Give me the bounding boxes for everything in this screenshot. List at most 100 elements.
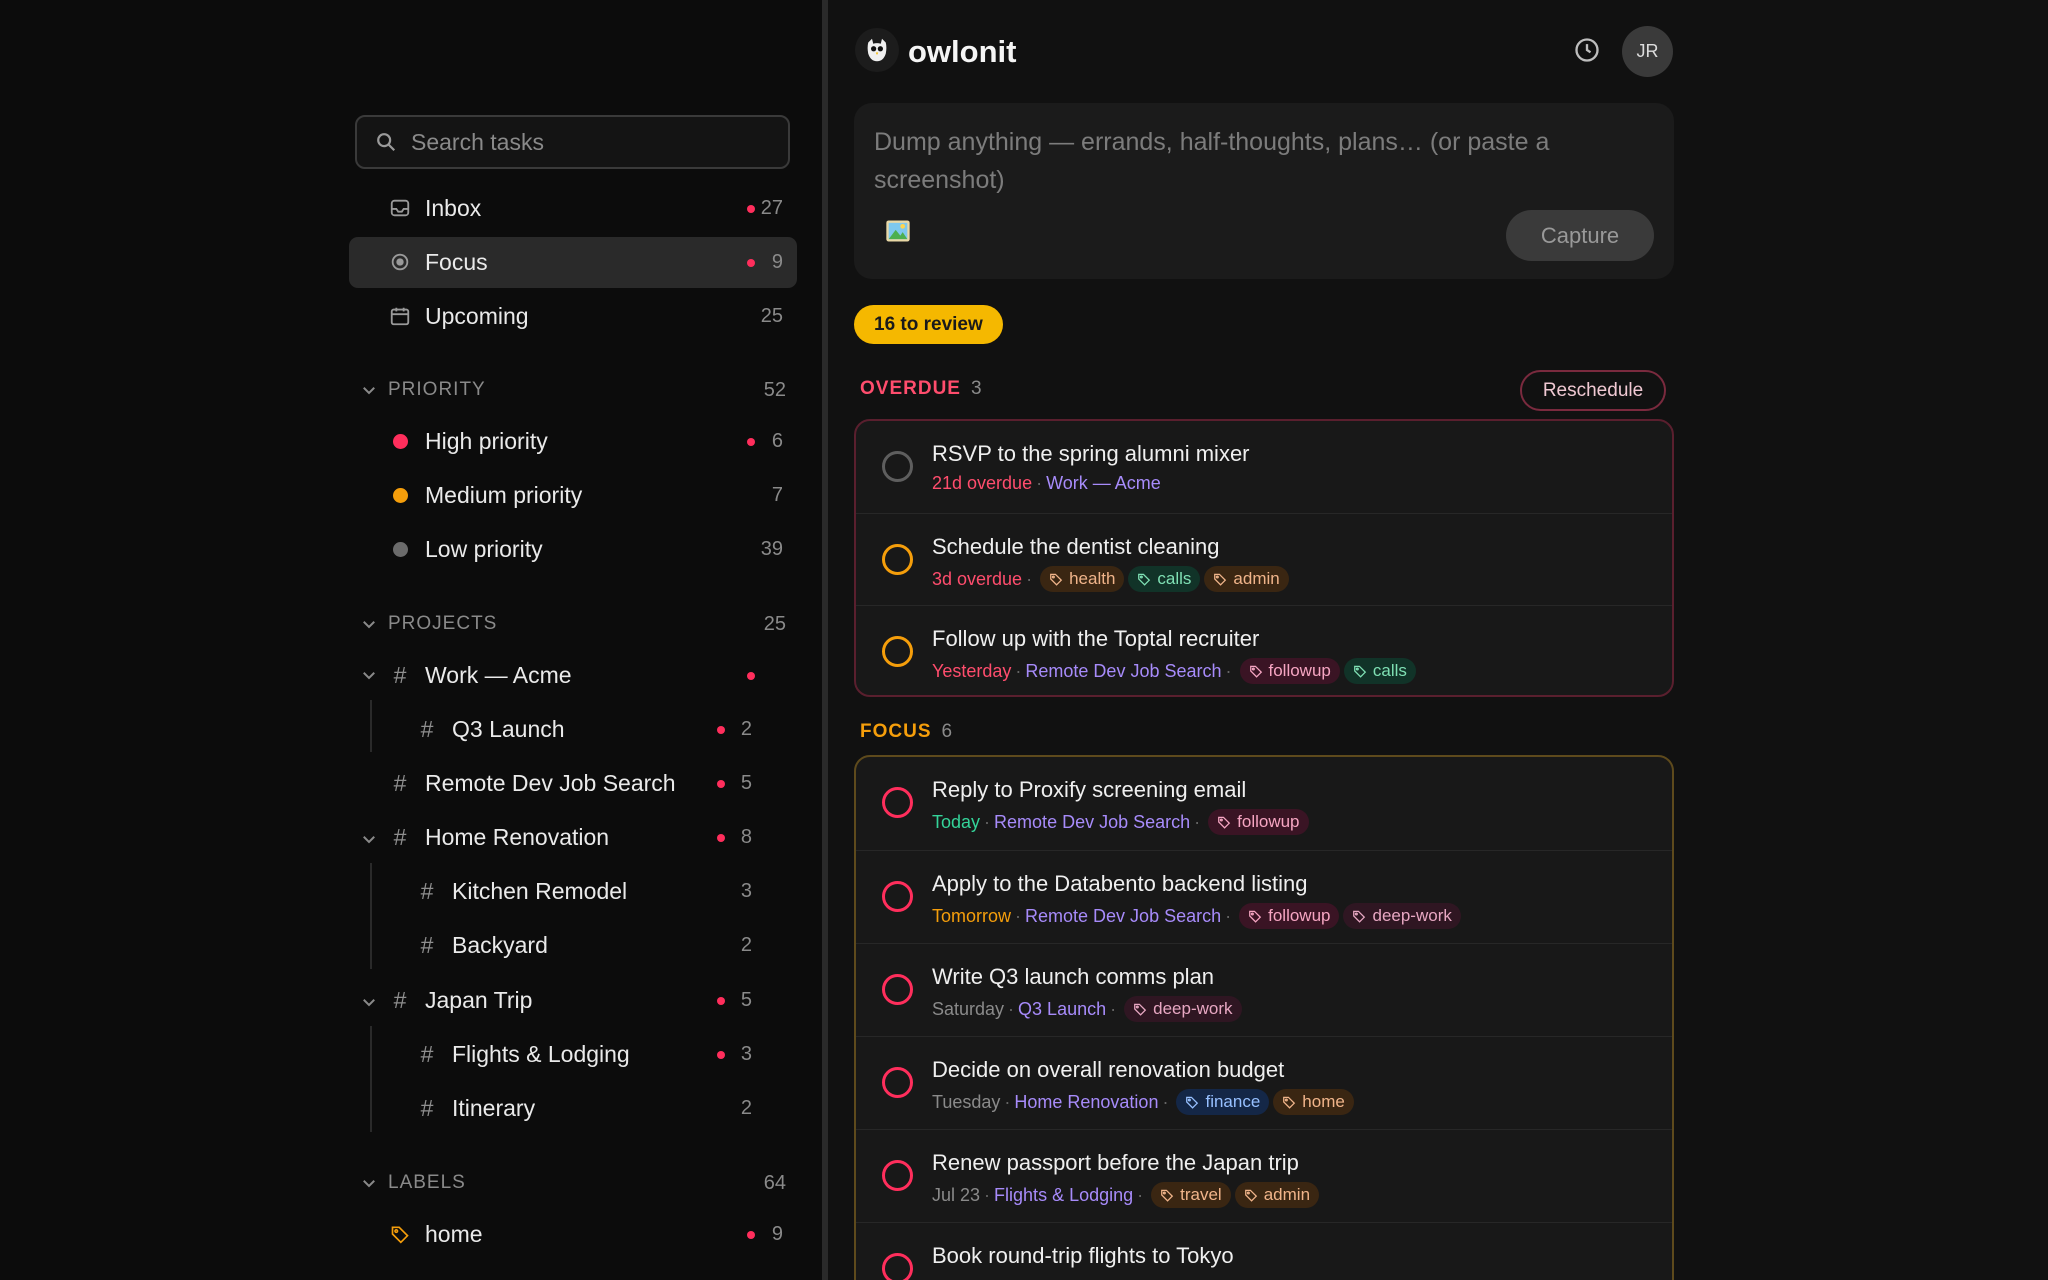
task-row[interactable]: Decide on overall renovation budget Tues… — [856, 1036, 1672, 1128]
task-meta: 3d overdue · health calls admin — [932, 566, 1289, 592]
search-input[interactable] — [411, 128, 771, 156]
tag-chip[interactable]: followup — [1208, 809, 1309, 835]
project-item[interactable]: # Work — Acme 0 — [349, 650, 797, 701]
project-count: 5 — [740, 772, 752, 794]
tag-chip[interactable]: followup — [1239, 658, 1340, 684]
nav-item-focus[interactable]: Focus 9 — [349, 237, 797, 288]
task-due: Tuesday — [932, 1091, 1001, 1112]
project-item[interactable]: # Backyard 2 — [349, 920, 797, 971]
project-item[interactable]: # Itinerary 2 — [349, 1083, 797, 1134]
task-checkbox[interactable] — [882, 1253, 913, 1280]
tag-chip[interactable]: deep-work — [1343, 903, 1461, 929]
task-checkbox[interactable] — [882, 451, 913, 482]
tag-chip[interactable]: health — [1040, 566, 1125, 592]
project-item[interactable]: # Remote Dev Job Search 5 — [349, 758, 797, 809]
project-item[interactable]: # Q3 Launch 2 — [349, 704, 797, 755]
project-item[interactable]: # Home Renovation 8 — [349, 812, 797, 863]
section-labels[interactable]: LABELS 64 — [360, 1168, 790, 1198]
owl-logo-icon — [855, 28, 899, 72]
unread-dot — [717, 780, 725, 788]
task-row[interactable]: Follow up with the Toptal recruiter Yest… — [856, 605, 1672, 695]
tag-icon — [1353, 665, 1367, 678]
priority-item-low[interactable]: Low priority 39 — [349, 524, 797, 575]
task-row[interactable]: Schedule the dentist cleaning 3d overdue… — [856, 513, 1672, 605]
task-checkbox[interactable] — [882, 1067, 913, 1098]
task-meta: Yesterday · Remote Dev Job Search · follow… — [932, 658, 1416, 684]
capture-input[interactable] — [874, 123, 1644, 213]
tag-icon — [1134, 1003, 1147, 1016]
tag-chip[interactable]: calls — [1343, 658, 1416, 684]
focus-header: FOCUS 6 — [860, 721, 952, 743]
task-row[interactable]: Reply to Proxify screening email Today · … — [856, 757, 1672, 849]
nav-item-label: Upcoming — [425, 303, 529, 329]
project-count: 3 — [740, 1043, 752, 1065]
priority-label: High priority — [425, 428, 548, 454]
task-due: Tomorrow — [932, 905, 1012, 926]
task-project[interactable]: Remote Dev Job Search — [994, 812, 1190, 833]
search-box[interactable] — [355, 115, 790, 169]
task-due: 3d overdue — [932, 568, 1023, 589]
task-project[interactable]: Work — Acme — [1046, 473, 1161, 494]
section-count: 64 — [763, 1171, 786, 1194]
task-checkbox[interactable] — [882, 636, 913, 667]
section-projects[interactable]: PROJECTS 25 — [360, 609, 790, 639]
inbox-icon — [389, 197, 411, 219]
task-project[interactable]: Remote Dev Job Search — [1025, 661, 1221, 682]
section-priority[interactable]: PRIORITY 52 — [360, 375, 790, 405]
tag-chip[interactable]: deep-work — [1124, 996, 1242, 1022]
priority-count: 39 — [760, 538, 783, 560]
app-window: Inbox 27 Focus 9 Upcoming 25 PRIORITY 52… — [0, 0, 2048, 1280]
task-checkbox[interactable] — [882, 881, 913, 912]
priority-dot-icon — [392, 433, 408, 449]
label-count: 9 — [771, 1223, 783, 1245]
task-meta: Tuesday · Home Renovation · finance home — [932, 1089, 1354, 1115]
tag-chip[interactable]: admin — [1234, 1182, 1320, 1208]
group-count: 6 — [941, 721, 953, 742]
task-title: Reply to Proxify screening email — [932, 777, 1247, 802]
history-button[interactable] — [1570, 33, 1604, 67]
task-project[interactable]: Remote Dev Job Search — [1025, 906, 1221, 927]
tag-chip[interactable]: finance — [1176, 1089, 1270, 1115]
avatar[interactable]: JR — [1622, 26, 1673, 77]
task-row[interactable]: Write Q3 launch comms plan Saturday · Q3 … — [856, 943, 1672, 1035]
hash-icon: # — [420, 1040, 434, 1067]
priority-item-medium[interactable]: Medium priority 7 — [349, 470, 797, 521]
project-label: Remote Dev Job Search — [425, 770, 676, 796]
label-label: home — [425, 1221, 483, 1247]
tag-icon — [1186, 1096, 1199, 1109]
task-row[interactable]: RSVP to the spring alumni mixer 21d over… — [856, 421, 1672, 513]
task-row[interactable]: Apply to the Databento backend listing T… — [856, 850, 1672, 942]
tag-chip[interactable]: calls — [1128, 566, 1201, 592]
task-checkbox[interactable] — [882, 974, 913, 1005]
image-attach-icon[interactable] — [884, 217, 912, 245]
priority-item-high[interactable]: High priority 6 — [349, 416, 797, 467]
priority-label: Medium priority — [425, 482, 583, 508]
task-project[interactable]: Home Renovation — [1014, 1092, 1158, 1113]
section-count: 52 — [763, 378, 786, 401]
label-item-home[interactable]: home 9 — [349, 1209, 797, 1260]
nav-item-upcoming[interactable]: Upcoming 25 — [349, 291, 797, 342]
unread-dot — [747, 259, 755, 267]
unread-dot — [747, 438, 755, 446]
project-item[interactable]: # Flights & Lodging 3 — [349, 1029, 797, 1080]
capture-button[interactable]: Capture — [1506, 210, 1654, 261]
nav-item-inbox[interactable]: Inbox 27 — [349, 183, 797, 234]
task-checkbox[interactable] — [882, 1160, 913, 1191]
tag-chip[interactable]: followup — [1239, 903, 1340, 929]
project-item[interactable]: # Kitchen Remodel 3 — [349, 866, 797, 917]
review-badge[interactable]: 16 to review — [854, 305, 1003, 344]
task-row[interactable]: Book round-trip flights to Tokyo — [856, 1222, 1672, 1280]
task-title: Renew passport before the Japan trip — [932, 1150, 1299, 1175]
tag-chip[interactable]: admin — [1204, 566, 1289, 592]
reschedule-button[interactable]: Reschedule — [1520, 370, 1666, 411]
task-checkbox[interactable] — [882, 787, 913, 818]
tag-chip[interactable]: travel — [1151, 1182, 1231, 1208]
nav-item-count: 27 — [760, 197, 783, 219]
tag-chip[interactable]: home — [1273, 1089, 1354, 1115]
task-row[interactable]: Renew passport before the Japan trip Jul… — [856, 1129, 1672, 1221]
task-project[interactable]: Flights & Lodging — [994, 1185, 1133, 1206]
task-checkbox[interactable] — [882, 544, 913, 575]
project-item[interactable]: # Japan Trip 5 — [349, 975, 797, 1026]
task-project[interactable]: Q3 Launch — [1018, 999, 1106, 1020]
project-label: Backyard — [452, 932, 548, 958]
